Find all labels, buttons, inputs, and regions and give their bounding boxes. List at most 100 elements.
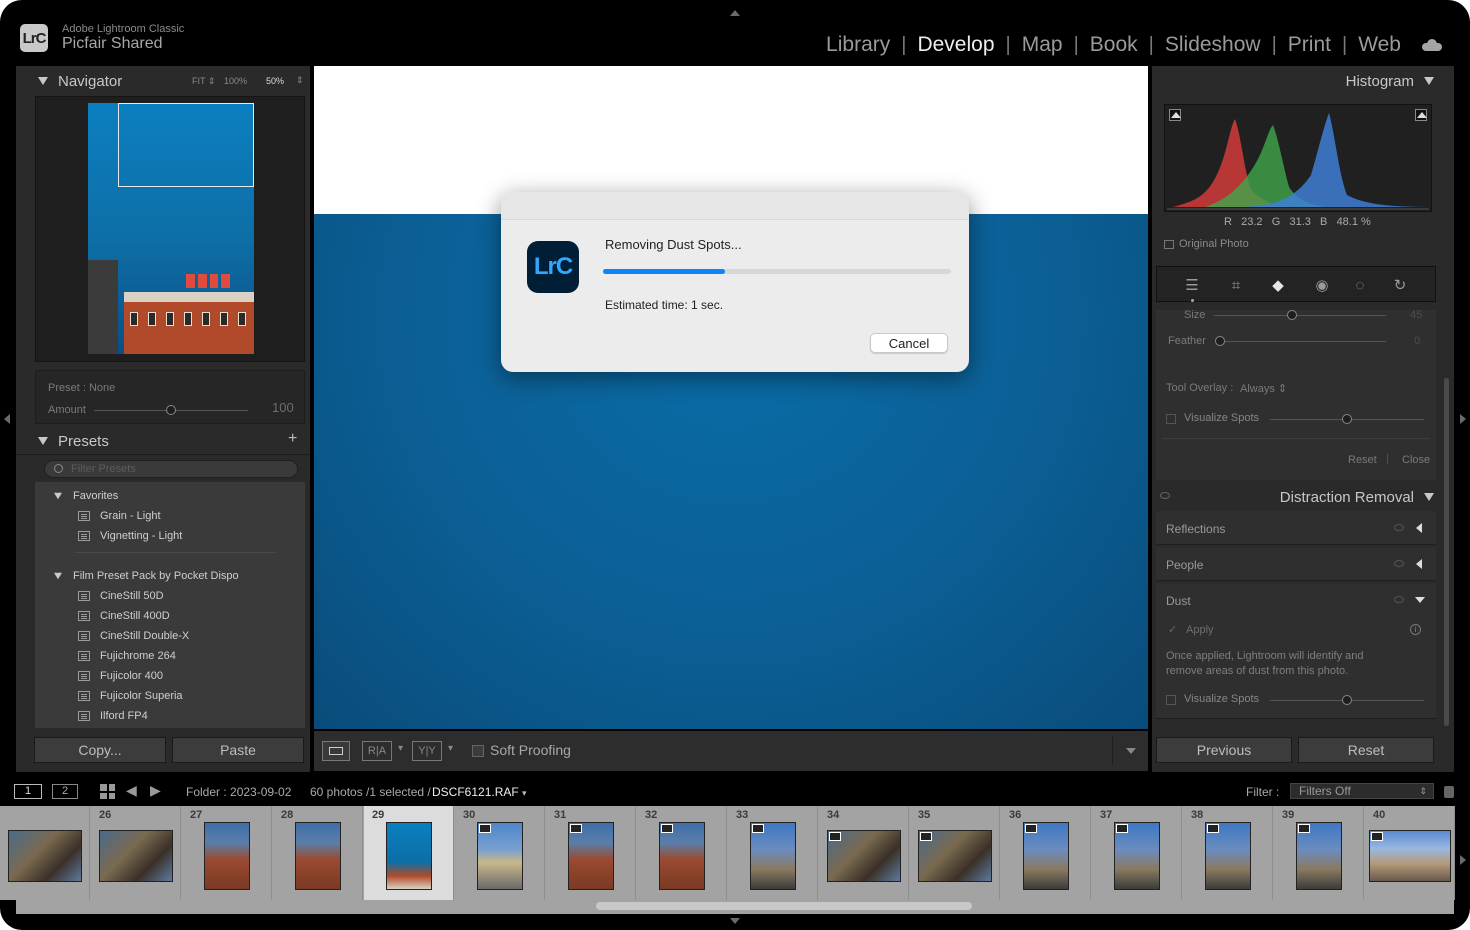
- preset-item[interactable]: Grain - Light: [78, 510, 161, 522]
- presets-filter-input[interactable]: Filter Presets: [44, 460, 298, 478]
- filmstrip-cell[interactable]: 30: [455, 806, 545, 900]
- module-develop[interactable]: Develop: [906, 33, 1005, 57]
- filmstrip-cell[interactable]: 31: [546, 806, 636, 900]
- dropdown-arrow-icon[interactable]: ▾: [448, 743, 453, 754]
- zoom-100[interactable]: 100%: [224, 76, 247, 86]
- filmstrip-cell[interactable]: 36: [1001, 806, 1091, 900]
- right-panel-scrollbar[interactable]: [1444, 378, 1449, 726]
- spot-reset-button[interactable]: Reset: [1348, 454, 1377, 466]
- preset-group-film[interactable]: Film Preset Pack by Pocket Dispo: [53, 570, 239, 582]
- forward-arrow-icon[interactable]: ▶: [150, 782, 161, 799]
- zoom-fit[interactable]: FIT ⇕: [192, 76, 215, 87]
- spot-close-button[interactable]: Close: [1402, 454, 1430, 466]
- histogram[interactable]: [1164, 104, 1432, 212]
- filmstrip-cell[interactable]: 39: [1274, 806, 1364, 900]
- soft-proofing-checkbox[interactable]: [472, 745, 484, 757]
- filmstrip-cell[interactable]: 32: [637, 806, 727, 900]
- before-after-button[interactable]: R|A: [362, 741, 392, 761]
- filmstrip-cell[interactable]: 28: [273, 806, 363, 900]
- filmstrip-scroll-right-icon[interactable]: [1460, 855, 1466, 865]
- preset-item[interactable]: Ilford FP4: [78, 710, 148, 722]
- feather-slider-track[interactable]: [1220, 341, 1386, 342]
- filter-lock-icon[interactable]: [1444, 786, 1454, 798]
- preset-item[interactable]: CineStill 50D: [78, 590, 164, 602]
- copy-button[interactable]: Copy...: [34, 737, 166, 763]
- module-map[interactable]: Map: [1011, 33, 1074, 57]
- masking-icon[interactable]: ◌: [1351, 277, 1369, 295]
- eraser-icon[interactable]: ◆: [1269, 277, 1287, 295]
- preset-group-favorites[interactable]: Favorites: [53, 490, 118, 502]
- folder-label[interactable]: Folder : 2023-09-02: [186, 785, 291, 799]
- paste-button[interactable]: Paste: [172, 737, 304, 763]
- visualize-spots-checkbox[interactable]: [1166, 414, 1176, 424]
- feather-slider-thumb[interactable]: [1215, 336, 1225, 346]
- filmstrip-cell[interactable]: 27: [182, 806, 272, 900]
- navigator-viewport-rect[interactable]: [118, 103, 254, 187]
- reset-button[interactable]: Reset: [1298, 737, 1434, 763]
- collapse-right-panel-icon[interactable]: [1460, 414, 1466, 424]
- loupe-view-button[interactable]: [322, 741, 350, 761]
- navigator-header[interactable]: Navigator: [38, 68, 122, 94]
- primary-window-button[interactable]: 1: [14, 784, 42, 799]
- collapse-left-panel-icon[interactable]: [4, 414, 10, 424]
- distraction-removal-header[interactable]: Distraction Removal: [1152, 484, 1454, 510]
- expand-arrow-icon[interactable]: [1416, 523, 1422, 533]
- filmstrip-cell[interactable]: 34: [819, 806, 909, 900]
- filter-select[interactable]: Filters Off ⇕: [1290, 783, 1434, 799]
- filmstrip-thumbnail[interactable]: [386, 822, 432, 890]
- highlight-clipping-toggle[interactable]: [1415, 109, 1427, 121]
- filmstrip-cell[interactable]: 40: [1365, 806, 1455, 900]
- preset-item[interactable]: CineStill Double-X: [78, 630, 189, 642]
- preset-item[interactable]: Fujichrome 264: [78, 650, 176, 662]
- presets-header[interactable]: Presets: [38, 428, 109, 454]
- filmstrip-thumbnail[interactable]: [8, 830, 82, 882]
- filmstrip-thumbnail[interactable]: [99, 830, 173, 882]
- module-web[interactable]: Web: [1347, 33, 1412, 57]
- red-eye-icon[interactable]: ◉: [1313, 277, 1331, 295]
- module-slideshow[interactable]: Slideshow: [1154, 33, 1272, 57]
- previous-button[interactable]: Previous: [1156, 737, 1292, 763]
- dust-visualize-checkbox[interactable]: [1166, 695, 1176, 705]
- histogram-header[interactable]: Histogram: [1346, 68, 1434, 94]
- cancel-button[interactable]: Cancel: [870, 333, 948, 353]
- navigator-preview[interactable]: [35, 96, 305, 362]
- zoom-menu-icon[interactable]: ⇕: [296, 75, 304, 86]
- shadow-clipping-toggle[interactable]: [1169, 109, 1181, 121]
- crop-icon[interactable]: ⌗: [1227, 277, 1245, 295]
- reflections-row[interactable]: Reflections: [1156, 511, 1436, 545]
- filmstrip-cell[interactable]: 33: [728, 806, 818, 900]
- filmstrip-cell[interactable]: [0, 806, 90, 900]
- size-slider-thumb[interactable]: [1287, 310, 1297, 320]
- module-print[interactable]: Print: [1277, 33, 1342, 57]
- eye-icon[interactable]: [1394, 524, 1404, 531]
- filmstrip-cell[interactable]: 26: [91, 806, 181, 900]
- preset-item[interactable]: Fujicolor 400: [78, 670, 163, 682]
- preset-item[interactable]: Fujicolor Superia: [78, 690, 183, 702]
- back-arrow-icon[interactable]: ◀: [126, 782, 137, 799]
- add-preset-icon[interactable]: +: [288, 430, 297, 448]
- collapse-top-panel-icon[interactable]: [730, 10, 740, 16]
- filmstrip-cell[interactable]: 37: [1092, 806, 1182, 900]
- tool-overlay-select[interactable]: Always ⇕: [1240, 382, 1287, 395]
- preset-item[interactable]: Vignetting - Light: [78, 530, 182, 542]
- photo-canvas[interactable]: [314, 66, 1148, 729]
- info-icon[interactable]: i: [1410, 624, 1421, 635]
- eye-icon[interactable]: [1160, 492, 1170, 499]
- collapse-arrow-icon[interactable]: [1415, 597, 1425, 603]
- edit-sliders-icon[interactable]: ☰: [1183, 277, 1201, 295]
- module-library[interactable]: Library: [815, 33, 901, 57]
- zoom-50[interactable]: 50%: [266, 76, 284, 86]
- filmstrip-thumbnail[interactable]: [204, 822, 250, 890]
- secondary-window-button[interactable]: 2: [52, 784, 78, 799]
- eye-icon[interactable]: [1394, 560, 1404, 567]
- module-book[interactable]: Book: [1079, 33, 1149, 57]
- expand-arrow-icon[interactable]: [1416, 559, 1422, 569]
- reset-tool-icon[interactable]: ↻: [1391, 277, 1409, 295]
- before-after-swap-button[interactable]: Y|Y: [412, 741, 442, 761]
- apply-checkmark-icon[interactable]: ✓: [1168, 623, 1177, 636]
- filmstrip-cell[interactable]: 29: [364, 806, 454, 900]
- people-row[interactable]: People: [1156, 547, 1436, 581]
- amount-slider-thumb[interactable]: [166, 405, 176, 415]
- collapse-filmstrip-icon[interactable]: [730, 918, 740, 924]
- filmstrip-cell[interactable]: 38: [1183, 806, 1273, 900]
